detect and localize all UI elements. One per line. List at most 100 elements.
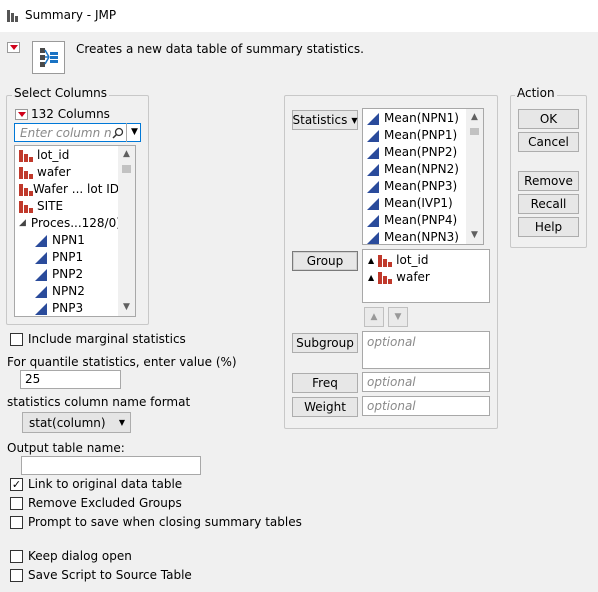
freq-button-label: Freq xyxy=(312,376,338,390)
name-format-value: stat(column) xyxy=(29,416,106,430)
column-search-input[interactable]: Enter column n ▼ xyxy=(14,123,141,142)
group-list[interactable]: ▲ lot_id ▲ wafer xyxy=(362,249,490,303)
statistic-item[interactable]: Mean(PNP3) xyxy=(367,178,467,195)
scroll-up-icon[interactable]: ▲ xyxy=(466,109,483,126)
recall-button-label: Recall xyxy=(530,197,567,211)
output-table-input[interactable] xyxy=(21,456,201,475)
subgroup-button-label: Subgroup xyxy=(296,336,354,350)
nominal-bar-icon xyxy=(19,166,33,179)
scroll-down-icon[interactable]: ▼ xyxy=(466,227,483,244)
statistics-button-label: Statistics xyxy=(292,113,348,127)
remove-excluded-checkbox[interactable] xyxy=(10,497,23,510)
column-item-label: PNP1 xyxy=(52,250,84,264)
remove-button[interactable]: Remove xyxy=(518,171,579,191)
sort-ascending-icon[interactable]: ▲ xyxy=(368,252,374,269)
column-item-npn2[interactable]: NPN2 xyxy=(19,283,119,300)
statistic-item[interactable]: Mean(NPN2) xyxy=(367,161,467,178)
column-item-pnp2[interactable]: PNP2 xyxy=(19,266,119,283)
statistics-button[interactable]: Statistics ▼ xyxy=(292,110,358,130)
continuous-triangle-icon xyxy=(35,302,47,315)
column-item-pnp1[interactable]: PNP1 xyxy=(19,249,119,266)
sort-ascending-icon[interactable]: ▲ xyxy=(368,269,374,286)
red-triangle-menu-icon[interactable] xyxy=(7,42,20,53)
keep-open-checkbox[interactable] xyxy=(10,550,23,563)
include-marginal-label: Include marginal statistics xyxy=(28,332,186,346)
nominal-bar-icon xyxy=(19,200,33,213)
collapse-triangle-icon[interactable]: ◢ xyxy=(19,215,26,232)
weight-field[interactable]: optional xyxy=(362,396,490,416)
continuous-triangle-icon xyxy=(367,180,379,193)
statistic-item[interactable]: Mean(NPN3) xyxy=(367,229,467,244)
continuous-triangle-icon xyxy=(367,197,379,210)
window-title: Summary - JMP xyxy=(25,8,117,22)
continuous-triangle-icon xyxy=(35,268,47,281)
help-button[interactable]: Help xyxy=(518,217,579,237)
quantile-input[interactable]: 25 xyxy=(20,370,121,389)
statistic-item[interactable]: Mean(NPN1) xyxy=(367,110,467,127)
freq-field[interactable]: optional xyxy=(362,372,490,392)
column-item-wafer-lot-id[interactable]: Wafer ... lot ID xyxy=(19,181,119,198)
subgroup-list[interactable]: optional xyxy=(362,331,490,369)
column-count-menu-icon[interactable] xyxy=(15,109,28,120)
statistics-list[interactable]: Mean(NPN1) Mean(PNP1) Mean(PNP2) Mean(NP… xyxy=(362,108,484,245)
group-item-lot-id[interactable]: ▲ lot_id xyxy=(368,252,430,269)
move-up-icon[interactable]: ▲ xyxy=(364,307,384,327)
column-item-lot-id[interactable]: lot_id xyxy=(19,147,119,164)
move-down-icon[interactable]: ▼ xyxy=(388,307,408,327)
column-count-label: 132 Columns xyxy=(31,107,110,121)
scroll-thumb[interactable] xyxy=(470,128,479,135)
statistic-item[interactable]: Mean(IVP1) xyxy=(367,195,467,212)
group-item-wafer[interactable]: ▲ wafer xyxy=(368,269,430,286)
prompt-save-label: Prompt to save when closing summary tabl… xyxy=(28,515,302,529)
remove-button-label: Remove xyxy=(524,174,573,188)
freq-placeholder: optional xyxy=(367,375,416,389)
freq-button[interactable]: Freq xyxy=(292,373,358,393)
select-chevron-down-icon[interactable]: ▼ xyxy=(119,418,125,427)
scroll-down-icon[interactable]: ▼ xyxy=(118,299,135,316)
statistic-item[interactable]: Mean(PNP2) xyxy=(367,144,467,161)
column-list-scrollbar[interactable]: ▲ ▼ xyxy=(118,146,135,316)
column-item-label: wafer xyxy=(37,165,71,179)
ok-button[interactable]: OK xyxy=(518,109,579,129)
statistic-item[interactable]: Mean(PNP1) xyxy=(367,127,467,144)
scroll-up-icon[interactable]: ▲ xyxy=(118,146,135,163)
name-format-select[interactable]: stat(column) ▼ xyxy=(22,412,131,433)
name-format-label: statistics column name format xyxy=(7,395,191,409)
weight-button-label: Weight xyxy=(304,400,346,414)
column-item-label: NPN2 xyxy=(52,284,85,298)
search-icon[interactable] xyxy=(112,127,124,139)
save-script-checkbox[interactable] xyxy=(10,569,23,582)
statistics-dropdown-chevron-icon: ▼ xyxy=(351,115,358,125)
continuous-triangle-icon xyxy=(367,214,379,227)
weight-button[interactable]: Weight xyxy=(292,397,358,417)
summary-icon xyxy=(32,41,65,74)
cancel-button[interactable]: Cancel xyxy=(518,132,579,152)
column-item-wafer[interactable]: wafer xyxy=(19,164,119,181)
column-item-site[interactable]: SITE xyxy=(19,198,119,215)
continuous-triangle-icon xyxy=(35,251,47,264)
action-legend: Action xyxy=(515,86,557,100)
statistic-item[interactable]: Mean(PNP4) xyxy=(367,212,467,229)
link-original-checkbox[interactable]: ✓ xyxy=(10,478,23,491)
scroll-thumb[interactable] xyxy=(122,165,131,173)
statistics-list-scrollbar[interactable]: ▲ ▼ xyxy=(466,109,483,244)
search-options-chevron-icon[interactable]: ▼ xyxy=(131,127,138,137)
save-script-label: Save Script to Source Table xyxy=(28,568,192,582)
prompt-save-checkbox[interactable] xyxy=(10,516,23,529)
nominal-bar-icon xyxy=(19,183,33,196)
subgroup-button[interactable]: Subgroup xyxy=(292,333,358,353)
column-item-label: PNP3 xyxy=(52,301,84,315)
column-item-pnp3[interactable]: PNP3 xyxy=(19,300,119,316)
remove-excluded-label: Remove Excluded Groups xyxy=(28,496,182,510)
group-button[interactable]: Group xyxy=(292,251,358,271)
quantile-label: For quantile statistics, enter value (%) xyxy=(7,355,237,369)
column-item-npn1[interactable]: NPN1 xyxy=(19,232,119,249)
recall-button[interactable]: Recall xyxy=(518,194,579,214)
column-item-label: Proces...128/0) xyxy=(30,216,121,230)
column-item-label: NPN1 xyxy=(52,233,85,247)
include-marginal-checkbox[interactable] xyxy=(10,333,23,346)
column-list[interactable]: lot_id wafer Wafer ... lot ID SITE ◢ Proc… xyxy=(14,145,136,317)
column-group-process[interactable]: ◢ Proces...128/0) xyxy=(19,215,121,232)
cancel-button-label: Cancel xyxy=(528,135,569,149)
output-table-label: Output table name: xyxy=(7,441,125,455)
